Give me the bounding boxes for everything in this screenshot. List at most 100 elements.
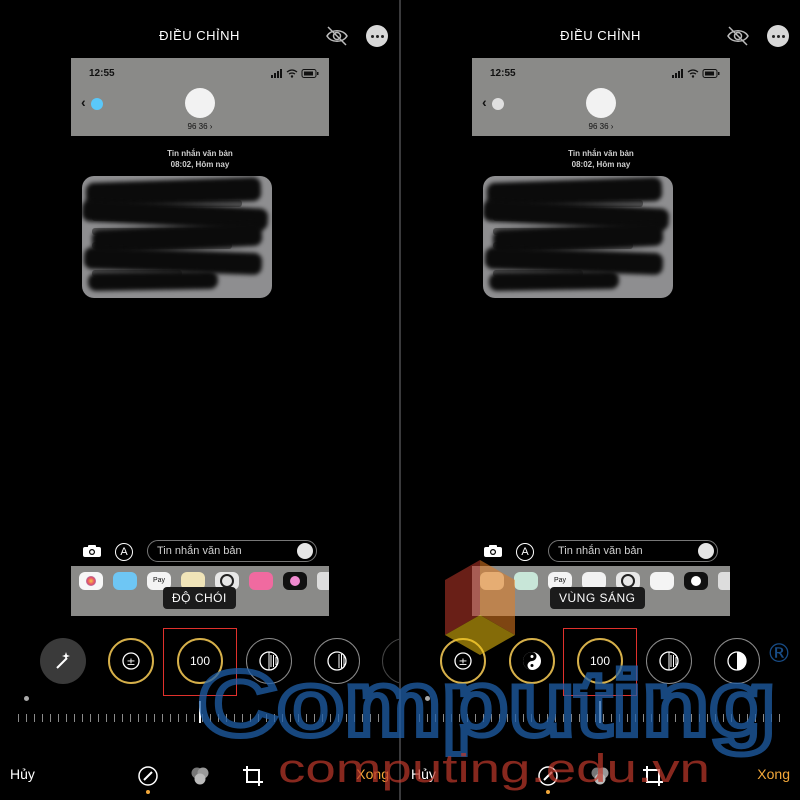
slider-tick (699, 714, 700, 722)
message-input[interactable]: Tin nhắn văn bản (548, 540, 718, 562)
auto-enhance-button[interactable] (40, 638, 86, 684)
slider-tick (539, 714, 540, 722)
highlights-dial[interactable] (246, 638, 292, 684)
digital-touch-app-icon (684, 572, 708, 590)
more-icon[interactable] (366, 25, 388, 47)
crop-tool-icon[interactable] (241, 764, 265, 788)
slider-tick (218, 714, 219, 722)
exposure-dial[interactable]: ± (108, 638, 154, 684)
eye-slash-icon[interactable] (325, 26, 349, 46)
slider-indicator[interactable] (199, 701, 201, 723)
status-icons (672, 69, 720, 78)
slider-tick (274, 714, 275, 722)
back-chevron-icon: ‹ (81, 94, 86, 110)
send-button[interactable] (297, 543, 313, 559)
slider-tick (266, 714, 267, 722)
slider-tick (226, 714, 227, 722)
slider-tick (571, 714, 572, 722)
slider-tick (178, 714, 179, 722)
slider-tick (459, 714, 460, 722)
more-icon[interactable] (767, 25, 789, 47)
slider-tick (435, 714, 436, 722)
message-time: 08:02, Hôm nay (170, 160, 230, 169)
message-input[interactable]: Tin nhắn văn bản (147, 540, 317, 562)
slider-tick (130, 714, 131, 722)
slider-tick (186, 714, 187, 722)
slider-tick (531, 714, 532, 722)
shadows-icon (327, 651, 347, 671)
shadows-dial[interactable] (646, 638, 692, 684)
slider-indicator[interactable] (599, 701, 601, 723)
contrast-dial[interactable] (714, 638, 760, 684)
crop-tool-icon[interactable] (641, 764, 665, 788)
slider-tick (603, 714, 604, 722)
slider-tick (362, 714, 363, 722)
slider-tick (419, 714, 420, 722)
slider-tick (451, 714, 452, 722)
adjust-tool-icon[interactable] (136, 764, 160, 788)
brilliance-dial[interactable] (509, 638, 555, 684)
left-panel: ĐIỀU CHỈNH 12:55 ‹ 96 36 › Tin nhắn văn … (0, 0, 399, 800)
slider-tick (483, 714, 484, 722)
slider-tick (507, 714, 508, 722)
shadows-icon (659, 651, 679, 671)
slider-tick (114, 714, 115, 722)
slider-tick (50, 714, 51, 722)
slider-zero-dot (24, 696, 29, 701)
slider-tick (74, 714, 75, 722)
status-icons (271, 69, 319, 78)
adjust-tool-icon[interactable] (536, 764, 560, 788)
back-dot (492, 98, 504, 110)
message-title: Tin nhắn văn bản (167, 149, 233, 158)
slider-tick (579, 714, 580, 722)
slider-tick (234, 714, 235, 722)
adjustment-label: ĐỘ CHÓI (163, 587, 236, 609)
cancel-button[interactable]: Hủy (10, 766, 35, 782)
slider-tick (242, 714, 243, 722)
more-apps-icon (317, 572, 329, 590)
filters-tool-icon[interactable] (188, 764, 212, 788)
cancel-button[interactable]: Hủy (411, 766, 436, 782)
avatar (185, 88, 215, 118)
app-store-icon[interactable]: A (115, 543, 133, 561)
brilliance-icon (523, 652, 541, 670)
slider-tick (643, 714, 644, 722)
slider-tick (90, 714, 91, 722)
svg-text:±: ± (458, 655, 467, 668)
slider-tick (250, 714, 251, 722)
slider-tick (595, 714, 596, 722)
highlight-box (163, 628, 237, 696)
message-input-placeholder: Tin nhắn văn bản (157, 545, 242, 557)
camera-icon[interactable] (82, 544, 102, 558)
slider-tick (475, 714, 476, 722)
slider-tick (651, 714, 652, 722)
svg-text:±: ± (126, 655, 135, 668)
eye-slash-icon[interactable] (726, 26, 750, 46)
contact-name: 96 36 › (187, 122, 213, 131)
app-store-icon[interactable]: A (516, 543, 534, 561)
active-tool-dot (146, 790, 150, 794)
message-title: Tin nhắn văn bản (568, 149, 634, 158)
message-bubble-redacted (483, 176, 673, 298)
send-button[interactable] (698, 543, 714, 559)
slider-tick (106, 714, 107, 722)
status-time: 12:55 (490, 68, 516, 79)
camera-icon[interactable] (483, 544, 503, 558)
music-app-icon (650, 572, 674, 590)
photos-app-icon (480, 572, 504, 590)
exposure-dial[interactable]: ± (440, 638, 486, 684)
slider-tick (731, 714, 732, 722)
contact-name: 96 36 › (588, 122, 614, 131)
slider-tick (627, 714, 628, 722)
slider-tick (298, 714, 299, 722)
slider-tick (587, 714, 588, 722)
message-meta: Tin nhắn văn bản 08:02, Hôm nay (71, 148, 329, 170)
done-button[interactable]: Xong (356, 766, 389, 782)
filters-tool-icon[interactable] (588, 764, 612, 788)
slider-tick (66, 714, 67, 722)
shadows-dial[interactable] (314, 638, 360, 684)
contrast-dial-partial[interactable] (382, 638, 399, 684)
slider-tick (763, 714, 764, 722)
slider-tick (427, 714, 428, 722)
done-button[interactable]: Xong (757, 766, 790, 782)
